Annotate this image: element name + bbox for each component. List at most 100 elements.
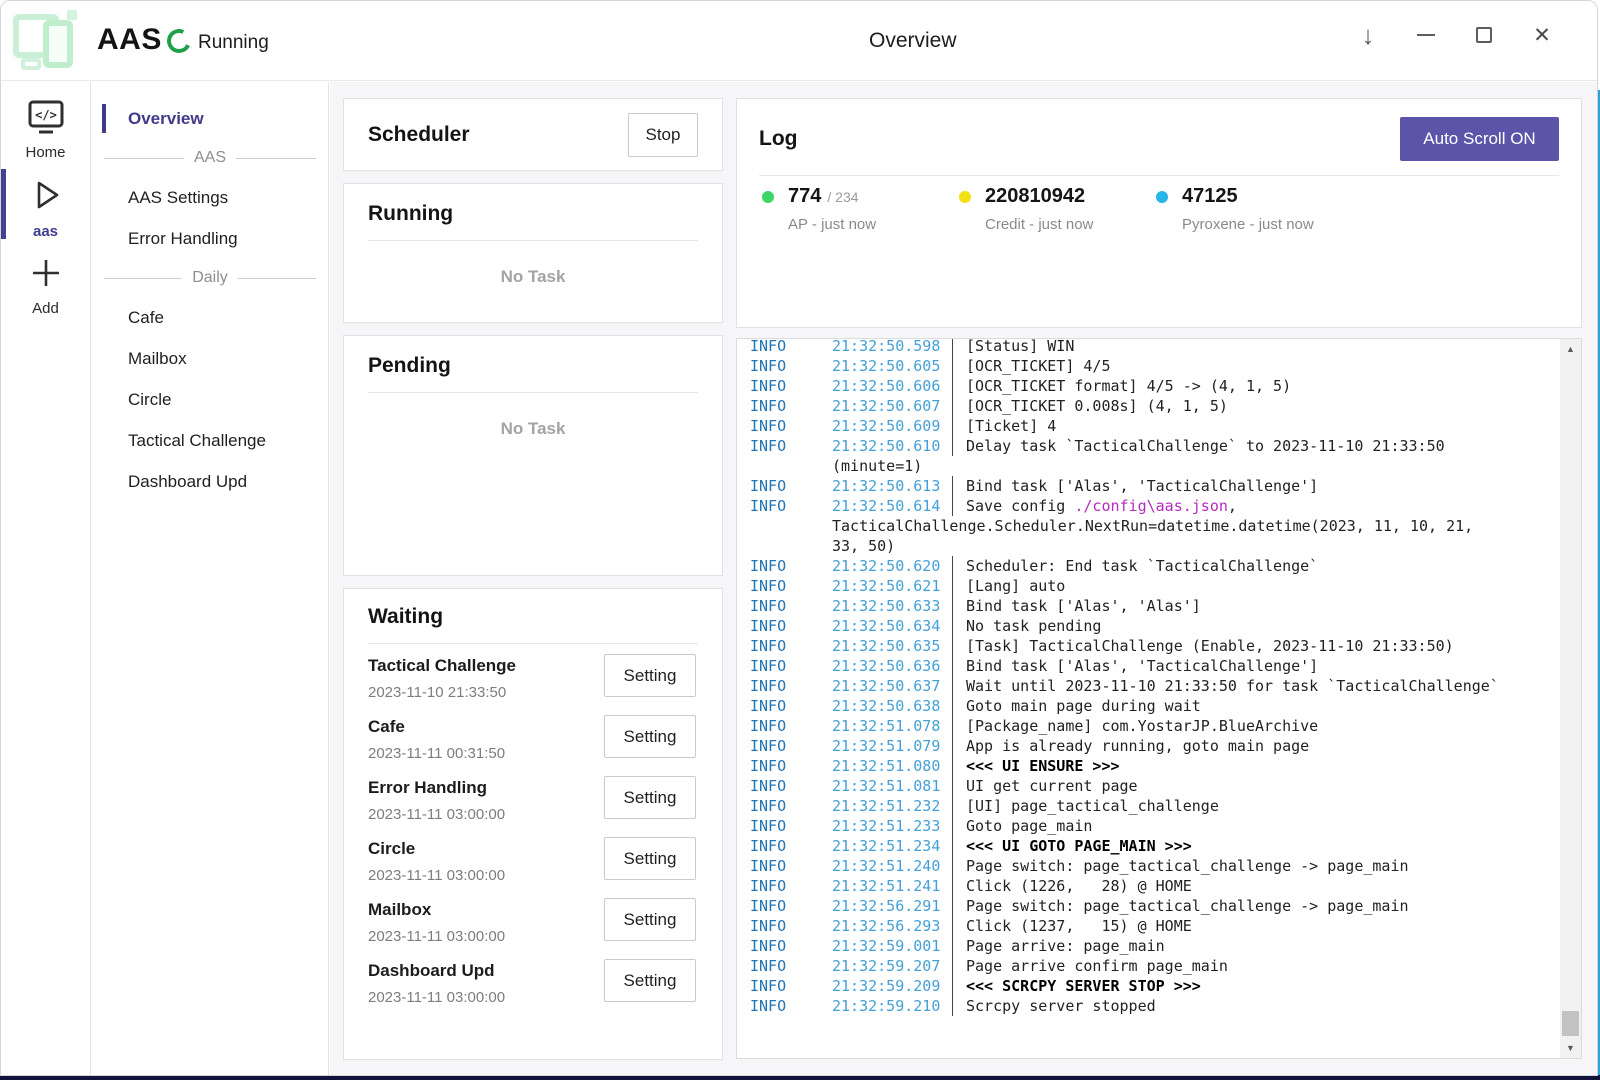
log-timestamp: 21:32:50.613 — [832, 476, 944, 496]
log-line: INFO21:32:51.241Click (1226, 28) @ HOME — [750, 876, 1559, 896]
log-message: 33, 50) — [832, 536, 895, 556]
log-line: INFO21:32:56.291Page switch: page_tactic… — [750, 896, 1559, 916]
rail-item-aas[interactable]: aas — [1, 174, 90, 240]
close-icon[interactable]: ✕ — [1527, 17, 1557, 53]
log-segment: Click (1226, 28) @ HOME — [966, 877, 1192, 895]
divider — [759, 175, 1559, 176]
icon-rail: </>Home aas Add — [1, 82, 91, 1075]
divider-line — [104, 158, 184, 159]
rail-item-home[interactable]: </>Home — [1, 99, 90, 161]
log-segment: Scheduler: End task `TacticalChallenge` — [966, 557, 1318, 575]
maximize-icon[interactable] — [1469, 17, 1499, 53]
log-segment: [OCR_TICKET format] 4/5 -> (4, 1, 5) — [966, 377, 1291, 395]
log-message: [Ticket] 4 — [952, 416, 1056, 436]
log-line: INFO21:32:51.079App is already running, … — [750, 736, 1559, 756]
log-message: TacticalChallenge.Scheduler.NextRun=date… — [832, 516, 1473, 536]
stat-pyroxene: 47125Pyroxene - just now — [1156, 185, 1353, 233]
log-level: INFO — [750, 636, 832, 656]
log-message: [Task] TacticalChallenge (Enable, 2023-1… — [952, 636, 1454, 656]
log-timestamp: 21:32:51.078 — [832, 716, 944, 736]
log-segment: Goto page_main — [966, 817, 1092, 835]
log-message: Delay task `TacticalChallenge` to 2023-1… — [952, 436, 1445, 456]
log-message: Page switch: page_tactical_challenge -> … — [952, 856, 1409, 876]
log-level: INFO — [750, 756, 832, 776]
scrollbar-thumb[interactable] — [1562, 1011, 1579, 1036]
log-segment: Scrcpy server stopped — [966, 997, 1156, 1015]
log-segment: App is already running, goto main page — [966, 737, 1309, 755]
nav-item-cafe[interactable]: Cafe — [92, 297, 328, 338]
stat-credit: 220810942Credit - just now — [959, 185, 1156, 233]
log-segment: (minute=1) — [832, 457, 922, 475]
log-message: [UI] page_tactical_challenge — [952, 796, 1219, 816]
rail-item-add[interactable]: Add — [1, 253, 90, 317]
log-message: Save config ./config\aas.json, — [952, 496, 1237, 516]
scrollbar-down-icon[interactable]: ▼ — [1560, 1038, 1581, 1058]
log-level: INFO — [750, 436, 832, 456]
setting-button-tactical-challenge[interactable]: Setting — [604, 654, 696, 697]
stat-ap: 774/ 234AP - just now — [762, 185, 959, 233]
log-level: INFO — [750, 856, 832, 876]
log-timestamp: 21:32:50.607 — [832, 396, 944, 416]
waiting-task-row-tactical-challenge: Tactical Challenge2023-11-10 21:33:50Set… — [368, 654, 698, 715]
scrollbar-up-icon[interactable]: ▲ — [1560, 339, 1581, 359]
nav-item-aas-settings[interactable]: AAS Settings — [92, 177, 328, 218]
waiting-card: Waiting Tactical Challenge2023-11-10 21:… — [343, 588, 723, 1060]
log-segment: Page arrive confirm page_main — [966, 957, 1228, 975]
log-level: INFO — [750, 556, 832, 576]
log-level: INFO — [750, 936, 832, 956]
pending-card: Pending No Task — [343, 335, 723, 576]
nav-item-error-handling[interactable]: Error Handling — [92, 218, 328, 259]
nav-item-dashboard-upd[interactable]: Dashboard Upd — [92, 461, 328, 502]
log-level: INFO — [750, 496, 832, 516]
nav-item-mailbox[interactable]: Mailbox — [92, 338, 328, 379]
log-level: INFO — [750, 616, 832, 636]
setting-button-circle[interactable]: Setting — [604, 837, 696, 880]
log-line: INFO21:32:50.620Scheduler: End task `Tac… — [750, 556, 1559, 576]
nav-item-circle[interactable]: Circle — [92, 379, 328, 420]
log-timestamp: 21:32:50.610 — [832, 436, 944, 456]
stop-button[interactable]: Stop — [628, 113, 698, 157]
waiting-task-row-mailbox: Mailbox2023-11-11 03:00:00Setting — [368, 898, 698, 959]
stat-top: 774/ 234 — [762, 185, 959, 208]
log-timestamp: 21:32:56.293 — [832, 916, 944, 936]
log-level: INFO — [750, 676, 832, 696]
rail-item-label: Add — [1, 300, 90, 317]
log-segment: [Ticket] 4 — [966, 417, 1056, 435]
log-segment: No task pending — [966, 617, 1101, 635]
log-message: [OCR_TICKET format] 4/5 -> (4, 1, 5) — [952, 376, 1291, 396]
divider-line — [236, 158, 316, 159]
nav-item-overview[interactable]: Overview — [92, 98, 328, 139]
setting-button-error-handling[interactable]: Setting — [604, 776, 696, 819]
log-line: INFO21:32:51.080<<< UI ENSURE >>> — [750, 756, 1559, 776]
stat-value: 220810942 — [985, 185, 1085, 208]
rail-item-label: aas — [1, 223, 90, 240]
setting-button-mailbox[interactable]: Setting — [604, 898, 696, 941]
auto-scroll-button[interactable]: Auto Scroll ON — [1400, 117, 1559, 161]
log-line: INFO21:32:51.081UI get current page — [750, 776, 1559, 796]
log-segment: Save config — [966, 497, 1074, 515]
log-timestamp: 21:32:59.207 — [832, 956, 944, 976]
log-timestamp: 21:32:59.209 — [832, 976, 944, 996]
log-segment: Bind task ['Alas', 'TacticalChallenge'] — [966, 657, 1318, 675]
log-level: INFO — [750, 396, 832, 416]
minimize-icon[interactable] — [1411, 17, 1441, 53]
log-message: [OCR_TICKET] 4/5 — [952, 356, 1111, 376]
log-level: INFO — [750, 596, 832, 616]
log-line: INFO21:32:50.613Bind task ['Alas', 'Tact… — [750, 476, 1559, 496]
nav-item-tactical-challenge[interactable]: Tactical Challenge — [92, 420, 328, 461]
stat-dot-icon — [762, 191, 774, 203]
titlebar: AAS Running Overview ↓ ✕ — [1, 1, 1597, 81]
log-segment: Bind task ['Alas', 'TacticalChallenge'] — [966, 477, 1318, 495]
log-timestamp: 21:32:51.232 — [832, 796, 944, 816]
setting-button-cafe[interactable]: Setting — [604, 715, 696, 758]
log-segment: [OCR_TICKET 0.008s] (4, 1, 5) — [966, 397, 1228, 415]
log-indent — [750, 536, 832, 556]
update-download-icon[interactable]: ↓ — [1353, 17, 1383, 53]
nav-menu: OverviewAASAAS SettingsError HandlingDai… — [92, 82, 329, 1075]
setting-button-dashboard-upd[interactable]: Setting — [604, 959, 696, 1002]
app-name: AAS — [97, 23, 162, 57]
log-timestamp: 21:32:50.637 — [832, 676, 944, 696]
log-scrollbar[interactable]: ▲ ▼ — [1560, 339, 1581, 1058]
log-message: Goto main page during wait — [952, 696, 1201, 716]
log-message: No task pending — [952, 616, 1101, 636]
